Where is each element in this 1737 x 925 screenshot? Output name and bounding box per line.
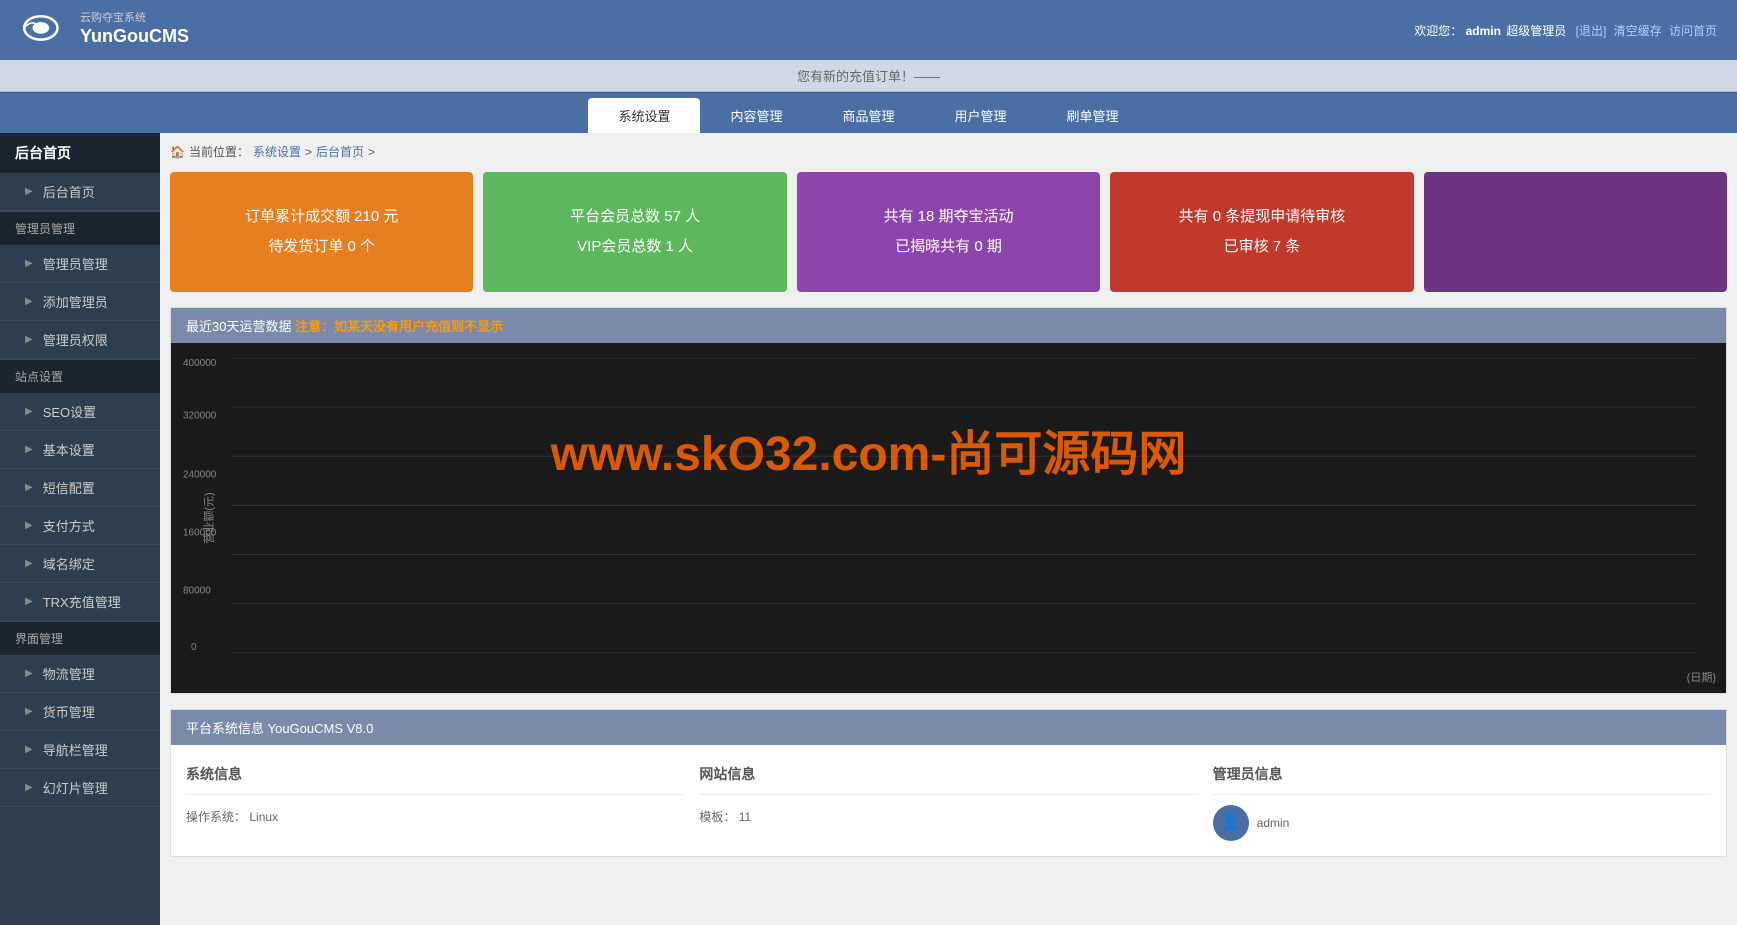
sidebar-item-admin-manage[interactable]: ▶ 管理员管理 xyxy=(0,245,160,283)
navbar: 系统设置 内容管理 商品管理 用户管理 刷单管理 xyxy=(0,92,1737,133)
header-right: 欢迎您： admin 超级管理员 [退出] 清空缓存 访问首页 xyxy=(1414,22,1717,39)
sidebar-item-currency[interactable]: ▶ 货币管理 xyxy=(0,693,160,731)
platform-site-col: 网站信息 模板： 11 xyxy=(699,760,1197,841)
arrow-icon: ▶ xyxy=(25,334,33,345)
sidebar-section-ui: 界面管理 xyxy=(0,621,160,655)
clear-cache-link[interactable]: 清空缓存 xyxy=(1614,24,1662,38)
logo-text: 云购夺宝系统 YunGouCMS xyxy=(80,11,189,49)
chart-x-label: (日期) xyxy=(1687,669,1716,685)
arrow-icon: ▶ xyxy=(25,668,33,679)
home-icon: 🏠 xyxy=(170,145,185,159)
platform-section: 平台系统信息 YouGouCMS V8.0 系统信息 操作系统： Linux 网… xyxy=(170,709,1727,857)
stat-card-activities[interactable]: 共有 18 期夺宝活动 已揭晓共有 0 期 xyxy=(797,172,1100,292)
y-label-160000: 160000 xyxy=(183,528,216,539)
sidebar-item-nav[interactable]: ▶ 导航栏管理 xyxy=(0,731,160,769)
arrow-icon: ▶ xyxy=(25,482,33,493)
platform-header: 平台系统信息 YouGouCMS V8.0 xyxy=(171,710,1726,745)
stat-card-withdrawals[interactable]: 共有 0 条提现申请待审核 已审核 7 条 xyxy=(1110,172,1413,292)
y-label-240000: 240000 xyxy=(183,469,216,480)
sidebar-item-basic[interactable]: ▶ 基本设置 xyxy=(0,431,160,469)
arrow-icon: ▶ xyxy=(25,706,33,717)
stat-card-orders[interactable]: 订单累计成交额 210 元 待发货订单 0 个 xyxy=(170,172,473,292)
platform-admin-col: 管理员信息 👤 admin xyxy=(1213,760,1711,841)
chart-body: 营业额(元) 400000 320000 240000 160000 8 xyxy=(171,343,1726,693)
main-content: 🏠 当前位置： 系统设置 > 后台首页 > 订单累计成交额 210 元 待发货订… xyxy=(160,133,1737,925)
arrow-icon: ▶ xyxy=(25,744,33,755)
sidebar-item-add-admin[interactable]: ▶ 添加管理员 xyxy=(0,283,160,321)
nav-tab-system[interactable]: 系统设置 xyxy=(588,98,700,133)
chart-header: 最近30天运营数据 注意：如某天没有用户充值则不显示 xyxy=(171,308,1726,343)
logo-area: 云购夺宝系统 YunGouCMS xyxy=(20,10,189,50)
arrow-icon: ▶ xyxy=(25,296,33,307)
header: 云购夺宝系统 YunGouCMS 欢迎您： admin 超级管理员 [退出] 清… xyxy=(0,0,1737,60)
logo-icon xyxy=(20,10,70,50)
arrow-icon: ▶ xyxy=(25,406,33,417)
breadcrumb-dashboard[interactable]: 后台首页 xyxy=(316,143,364,160)
platform-system-col: 系统信息 操作系统： Linux xyxy=(186,760,684,841)
sidebar-item-domain[interactable]: ▶ 域名绑定 xyxy=(0,545,160,583)
announce-text: 您有新的充值订单！—— xyxy=(797,69,940,84)
sidebar-item-payment[interactable]: ▶ 支付方式 xyxy=(0,507,160,545)
nav-tab-order[interactable]: 刷单管理 xyxy=(1037,98,1149,133)
platform-body: 系统信息 操作系统： Linux 网站信息 模板： 11 xyxy=(171,745,1726,856)
stat-card-members[interactable]: 平台会员总数 57 人 VIP会员总数 1 人 xyxy=(483,172,786,292)
breadcrumb-system[interactable]: 系统设置 xyxy=(253,143,301,160)
sidebar-item-logistics[interactable]: ▶ 物流管理 xyxy=(0,655,160,693)
visit-front-link[interactable]: 访问首页 xyxy=(1669,24,1717,38)
sidebar-item-dashboard[interactable]: ▶ 后台首页 xyxy=(0,173,160,211)
y-label-0: 0 xyxy=(191,642,197,653)
y-label-400000: 400000 xyxy=(183,358,216,369)
sidebar-section-site: 站点设置 xyxy=(0,359,160,393)
sidebar-item-seo[interactable]: ▶ SEO设置 xyxy=(0,393,160,431)
arrow-icon: ▶ xyxy=(25,520,33,531)
stats-row: 订单累计成交额 210 元 待发货订单 0 个 平台会员总数 57 人 VIP会… xyxy=(170,172,1727,292)
platform-grid: 系统信息 操作系统： Linux 网站信息 模板： 11 xyxy=(186,760,1711,841)
sidebar-item-admin-perm[interactable]: ▶ 管理员权限 xyxy=(0,321,160,359)
announce-bar: 您有新的充值订单！—— xyxy=(0,60,1737,92)
nav-tab-user[interactable]: 用户管理 xyxy=(925,98,1037,133)
arrow-icon: ▶ xyxy=(25,782,33,793)
sidebar-item-slider[interactable]: ▶ 幻灯片管理 xyxy=(0,769,160,807)
arrow-icon: ▶ xyxy=(25,444,33,455)
chart-note: 注意：如某天没有用户充值则不显示 xyxy=(295,319,503,334)
logout-link[interactable]: [退出] xyxy=(1576,24,1607,38)
chart-svg xyxy=(231,358,1696,653)
sidebar-item-trx[interactable]: ▶ TRX充值管理 xyxy=(0,583,160,621)
nav-tab-content[interactable]: 内容管理 xyxy=(700,98,812,133)
main-layout: 后台首页 ▶ 后台首页 管理员管理 ▶ 管理员管理 ▶ 添加管理员 ▶ 管理员权… xyxy=(0,133,1737,925)
sidebar-main-title[interactable]: 后台首页 xyxy=(0,133,160,173)
nav-tab-product[interactable]: 商品管理 xyxy=(812,98,924,133)
y-label-80000: 80000 xyxy=(183,586,211,597)
stat-card-extra[interactable] xyxy=(1424,172,1727,292)
y-label-320000: 320000 xyxy=(183,411,216,422)
admin-avatar: 👤 xyxy=(1213,805,1249,841)
sidebar-section-admin: 管理员管理 xyxy=(0,211,160,245)
arrow-icon: ▶ xyxy=(25,258,33,269)
arrow-icon: ▶ xyxy=(25,186,33,197)
breadcrumb: 🏠 当前位置： 系统设置 > 后台首页 > xyxy=(170,143,1727,160)
chart-section: 最近30天运营数据 注意：如某天没有用户充值则不显示 营业额(元) 4000 xyxy=(170,307,1727,694)
arrow-icon: ▶ xyxy=(25,558,33,569)
sidebar: 后台首页 ▶ 后台首页 管理员管理 ▶ 管理员管理 ▶ 添加管理员 ▶ 管理员权… xyxy=(0,133,160,925)
sidebar-item-sms[interactable]: ▶ 短信配置 xyxy=(0,469,160,507)
arrow-icon: ▶ xyxy=(25,596,33,607)
